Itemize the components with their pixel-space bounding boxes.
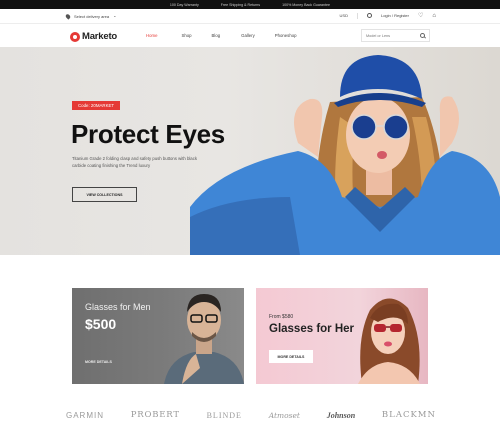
logo-mark-icon: [70, 31, 80, 42]
announcement-guarantee: 100% Money Back Guarantee: [282, 2, 331, 7]
login-register-link[interactable]: Login / Register: [381, 13, 409, 18]
logo-text: Marketo: [82, 31, 118, 42]
nav-home[interactable]: Home: [146, 33, 157, 38]
her-more-details-button[interactable]: MORE DETAILS: [269, 350, 313, 363]
brand-logos: GARMIN PROBERT BLINDE Atmoset Johnson BL…: [66, 405, 436, 425]
men-card-price: $500: [85, 316, 117, 332]
utility-bar: Select delivery area ⌄ USD Login / Regis…: [0, 9, 500, 24]
nav-phoneshop[interactable]: Phoneshop: [275, 33, 297, 38]
search-box: [361, 29, 430, 42]
hero-model-image: [190, 55, 500, 255]
divider: [356, 12, 358, 19]
men-more-details-link[interactable]: MORE DETAILS: [85, 360, 112, 364]
currency-selector[interactable]: USD: [340, 13, 348, 18]
utility-actions: USD Login / Register ♡ ⌂: [340, 12, 436, 19]
main-nav: Marketo Home Shop Blog Gallery Phoneshop: [0, 25, 500, 47]
brand-probert[interactable]: PROBERT: [131, 410, 180, 420]
her-card-price-from: From $580: [269, 314, 294, 320]
brand-atmoset[interactable]: Atmoset: [269, 411, 300, 420]
chevron-down-icon: ⌄: [113, 13, 117, 18]
view-collections-button[interactable]: VIEW COLLECTIONS: [72, 187, 137, 202]
men-model-image: [164, 294, 244, 384]
delivery-selector[interactable]: Select delivery area ⌄: [64, 12, 117, 20]
announcement-bar: 100 Day Warranty Free Shipping & Returns…: [0, 0, 500, 9]
announcement-warranty: 100 Day Warranty: [169, 2, 199, 7]
brand-garmin[interactable]: GARMIN: [66, 411, 104, 420]
men-card-title: Glasses for Men: [85, 302, 151, 312]
brand-blinde[interactable]: BLINDE: [207, 411, 242, 420]
hero-banner: Code: 20MARKET Protect Eyes Titanium Gra…: [0, 47, 500, 255]
menu: Home Shop Blog Gallery Phoneshop: [146, 33, 297, 38]
search-icon[interactable]: [420, 33, 425, 38]
announcement-shipping: Free Shipping & Returns: [220, 2, 261, 7]
her-model-image: [358, 298, 420, 384]
hero-description: Titanium Grade 2 folding clasp and safet…: [72, 156, 197, 168]
brand-johnson[interactable]: Johnson: [327, 411, 355, 420]
nav-shop[interactable]: Shop: [181, 33, 191, 38]
promo-code-badge: Code: 20MARKET: [72, 101, 121, 110]
search-input[interactable]: [366, 33, 416, 38]
her-card-title: Glasses for Her: [269, 323, 355, 335]
cart-icon[interactable]: ⌂: [432, 13, 436, 19]
user-icon: [366, 13, 372, 18]
logo[interactable]: Marketo: [70, 31, 117, 42]
location-pin-icon: [64, 12, 72, 20]
nav-gallery[interactable]: Gallery: [241, 33, 255, 38]
heart-icon[interactable]: ♡: [418, 13, 423, 19]
brand-blackmn[interactable]: BLACKMN: [382, 410, 436, 420]
delivery-label: Select delivery area: [74, 13, 110, 19]
promo-card-men[interactable]: Glasses for Men $500 MORE DETAILS: [72, 288, 244, 384]
promo-card-her[interactable]: From $580 Glasses for Her MORE DETAILS: [256, 288, 428, 384]
nav-blog[interactable]: Blog: [212, 33, 221, 38]
